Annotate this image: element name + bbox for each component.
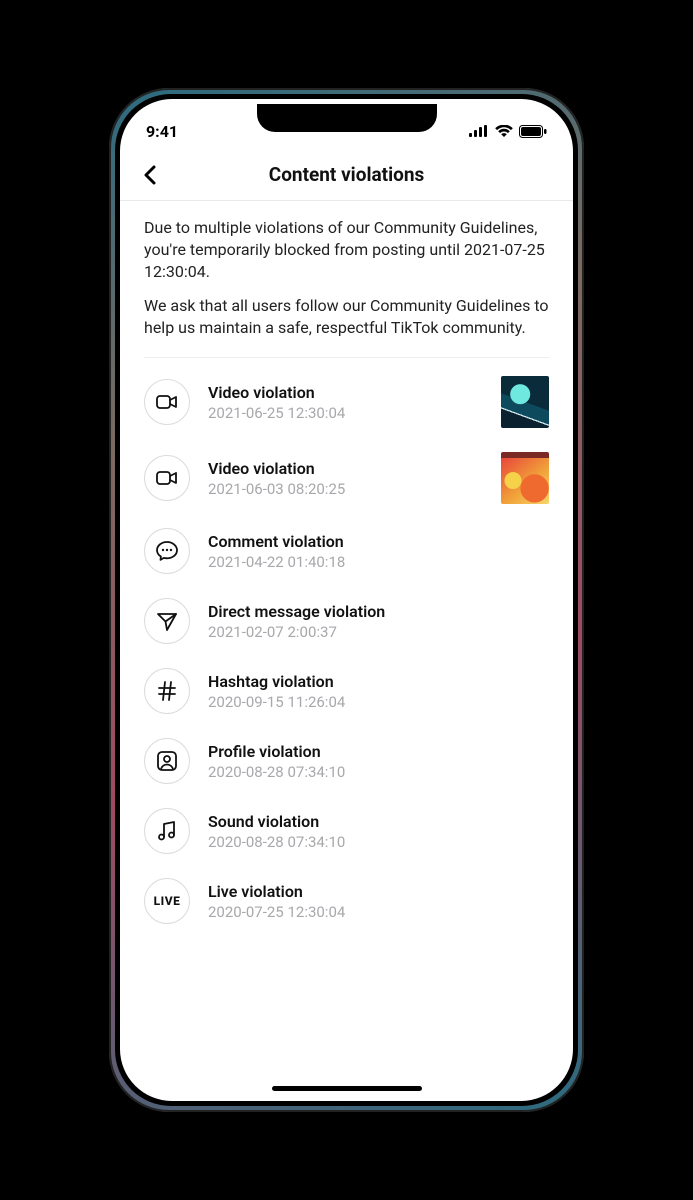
divider (144, 357, 549, 358)
violation-timestamp: 2020-08-28 07:34:10 (208, 763, 549, 781)
phone-frame: 9:41 Content violations Due to multiple … (109, 88, 584, 1112)
page-title: Content violations (120, 163, 573, 186)
violation-timestamp: 2021-06-03 08:20:25 (208, 480, 483, 498)
violation-text: Live violation 2020-07-25 12:30:04 (208, 882, 549, 921)
notch (257, 104, 437, 132)
violation-row[interactable]: Video violation 2021-06-03 08:20:25 (144, 440, 549, 516)
violation-timestamp: 2021-02-07 2:00:37 (208, 623, 549, 641)
violation-title: Sound violation (208, 812, 549, 831)
profile-icon (144, 738, 190, 784)
home-indicator[interactable] (272, 1086, 422, 1091)
signal-icon (469, 125, 489, 137)
violation-text: Hashtag violation 2020-09-15 11:26:04 (208, 672, 549, 711)
violation-list: Video violation2021-06-25 12:30:04Video … (144, 364, 549, 936)
chevron-left-icon (142, 165, 158, 185)
violation-timestamp: 2021-04-22 01:40:18 (208, 553, 549, 571)
violation-row[interactable]: Direct message violation 2021-02-07 2:00:… (144, 586, 549, 656)
violation-row[interactable]: LIVE Live violation 2020-07-25 12:30:04 (144, 866, 549, 936)
violation-text: Sound violation 2020-08-28 07:34:10 (208, 812, 549, 851)
violation-thumbnail (501, 376, 549, 428)
hashtag-icon (144, 668, 190, 714)
comment-icon (144, 528, 190, 574)
violation-title: Hashtag violation (208, 672, 549, 691)
violation-text: Profile violation 2020-08-28 07:34:10 (208, 742, 549, 781)
status-indicators (469, 125, 547, 138)
wifi-icon (495, 125, 513, 137)
intro-text: Due to multiple violations of our Commun… (144, 217, 549, 339)
violation-text: Video violation 2021-06-25 12:30:04 (208, 383, 483, 422)
video-icon (144, 455, 190, 501)
intro-paragraph-2: We ask that all users follow our Communi… (144, 295, 549, 339)
back-button[interactable] (132, 157, 168, 193)
violation-thumbnail (501, 452, 549, 504)
live-icon: LIVE (144, 878, 190, 924)
video-icon (144, 379, 190, 425)
violation-row[interactable]: Video violation 2021-06-25 12:30:04 (144, 364, 549, 440)
violation-timestamp: 2020-08-28 07:34:10 (208, 833, 549, 851)
send-icon (144, 598, 190, 644)
content-area: Due to multiple violations of our Commun… (120, 201, 573, 1101)
status-clock: 9:41 (146, 122, 178, 141)
violation-row[interactable]: Comment violation 2021-04-22 01:40:18 (144, 516, 549, 586)
violation-title: Video violation (208, 459, 483, 478)
violation-timestamp: 2020-09-15 11:26:04 (208, 693, 549, 711)
violation-row[interactable]: Profile violation 2020-08-28 07:34:10 (144, 726, 549, 796)
screen: 9:41 Content violations Due to multiple … (120, 99, 573, 1101)
violation-title: Live violation (208, 882, 549, 901)
phone-bezel: 9:41 Content violations Due to multiple … (115, 94, 578, 1106)
nav-bar: Content violations (120, 149, 573, 201)
violation-row[interactable]: Hashtag violation 2020-09-15 11:26:04 (144, 656, 549, 726)
intro-paragraph-1: Due to multiple violations of our Commun… (144, 217, 549, 283)
violation-timestamp: 2020-07-25 12:30:04 (208, 903, 549, 921)
violation-title: Video violation (208, 383, 483, 402)
violation-title: Comment violation (208, 532, 549, 551)
violation-text: Video violation 2021-06-03 08:20:25 (208, 459, 483, 498)
violation-title: Profile violation (208, 742, 549, 761)
violation-text: Direct message violation 2021-02-07 2:00:… (208, 602, 549, 641)
violation-text: Comment violation 2021-04-22 01:40:18 (208, 532, 549, 571)
violation-row[interactable]: Sound violation 2020-08-28 07:34:10 (144, 796, 549, 866)
violation-title: Direct message violation (208, 602, 549, 621)
sound-icon (144, 808, 190, 854)
battery-icon (519, 125, 547, 138)
violation-timestamp: 2021-06-25 12:30:04 (208, 404, 483, 422)
